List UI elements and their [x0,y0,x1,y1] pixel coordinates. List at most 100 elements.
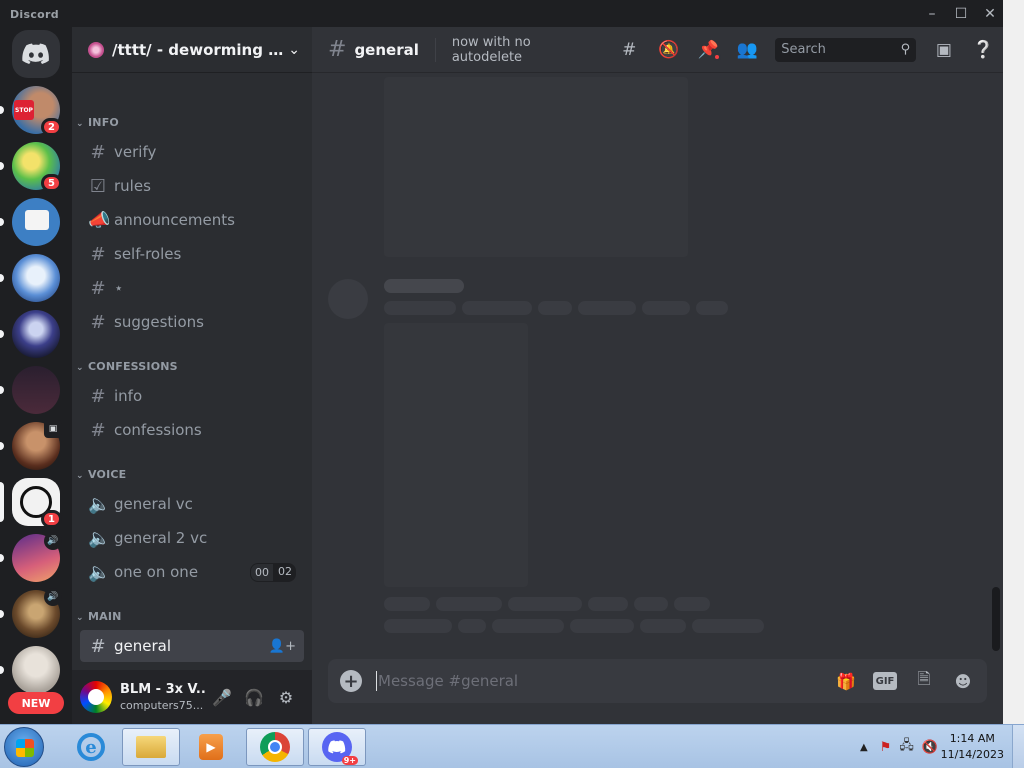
server-icon[interactable]: 1 [0,478,62,528]
server-icon[interactable]: 🔊 [0,588,62,638]
network-icon[interactable]: 🖧 [899,736,914,758]
threads-icon[interactable]: # [617,38,640,62]
channel-label: self-roles [114,245,182,263]
channel-general[interactable]: # general 👤+ [80,630,304,662]
user-status: computers75... [120,699,204,712]
discord-logo-icon [22,43,49,64]
start-button[interactable] [4,727,44,767]
home-button[interactable] [12,30,60,78]
server-icon[interactable]: ▣ [0,420,62,470]
channel-star[interactable]: # ⋆ [80,272,304,304]
channel-label: rules [114,177,151,195]
unread-indicator [0,274,4,282]
voice-channel-general-2-vc[interactable]: 🔈 general 2 vc [80,522,304,554]
server-icon[interactable]: STOP 2 [0,86,62,136]
voice-channel-one-on-one[interactable]: 🔈 one on one 00 02 [80,556,304,588]
channel-announcements[interactable]: 📣 announcements [80,204,304,236]
chevron-down-icon: ⌄ [76,471,84,481]
server-name: /tttt/ - deworming cli... [112,40,288,59]
loading-placeholder [642,301,690,315]
unread-indicator [0,218,4,226]
help-icon[interactable]: ❔ [972,38,995,62]
search-input[interactable]: Search ⚲ [775,37,917,62]
internet-explorer-icon[interactable]: e [62,728,120,766]
selected-indicator [0,482,4,522]
message-composer[interactable]: + Message #general 🎁 GIF 🗎 ☻ [328,659,987,703]
unread-indicator [0,386,4,394]
channel-label: info [114,387,143,405]
server-rail: STOP 2 5 ▣ 1 🔊 🔊 NEW [0,27,72,724]
loading-placeholder [384,279,464,293]
attach-plus-icon[interactable]: + [340,670,362,692]
loading-placeholder [578,301,636,315]
new-unreads-pill[interactable]: NEW [8,692,64,714]
hashtag-icon: # [90,243,106,265]
unread-indicator [0,162,4,170]
sticker-icon[interactable]: 🗎 [912,669,936,693]
mention-badge: 2 [41,118,62,136]
message-input[interactable]: Message #general [378,672,518,690]
server-icon[interactable] [0,310,60,358]
clock-date: 11/14/2023 [940,748,1004,761]
maximize-button[interactable]: ☐ [948,3,974,25]
bell-muted-icon[interactable]: 🔕 [657,38,680,62]
category-confessions[interactable]: ⌄ CONFESSIONS [76,360,178,373]
search-icon: ⚲ [900,42,911,57]
microphone-icon[interactable]: 🎤 [206,681,238,713]
discord-taskbar-icon[interactable]: 9+ [308,728,366,766]
divider [434,37,436,62]
chrome-center [268,740,282,754]
channel-confessions[interactable]: # confessions [80,414,304,446]
channel-self-roles[interactable]: # self-roles [80,238,304,270]
discord-window: Discord – ☐ ✕ STOP 2 5 ▣ 1 🔊 🔊 NEW /tttt… [0,0,1003,724]
gif-button[interactable]: GIF [873,672,897,690]
show-desktop-button[interactable] [1012,725,1024,768]
channel-suggestions[interactable]: # suggestions [80,306,304,338]
user-info[interactable]: BLM - 3x V... computers75... [120,682,206,712]
invite-icon[interactable]: 👤+ [269,639,296,654]
volume-muted-icon[interactable]: 🔇 [922,740,938,755]
members-icon[interactable]: 👥 [736,38,759,62]
server-icon[interactable] [0,254,60,302]
category-voice[interactable]: ⌄ VOICE [76,468,126,481]
category-info[interactable]: ⌄ INFO [76,116,119,129]
category-label: MAIN [88,610,122,623]
chrome-icon[interactable] [246,728,304,766]
server-icon[interactable]: 🔊 [0,532,62,582]
headphones-icon[interactable]: 🎧 [238,681,270,713]
pin-icon[interactable]: 📌 [696,38,721,62]
category-main[interactable]: ⌄ MAIN [76,610,122,623]
server-icon[interactable] [0,366,60,414]
channel-header: # general now with no autodelete # 🔕 📌 👥… [312,27,1003,73]
unread-indicator [0,666,4,674]
chevron-down-icon: ⌄ [76,363,84,373]
channel-topic[interactable]: now with no autodelete [452,35,602,65]
server-icon[interactable] [0,198,60,246]
loading-placeholder [384,323,528,587]
minimize-button[interactable]: – [919,3,945,25]
emoji-icon[interactable]: ☻ [951,669,975,693]
media-player-icon[interactable]: ▶ [182,728,240,766]
voice-channel-general-vc[interactable]: 🔈 general vc [80,488,304,520]
loading-placeholder [492,619,564,633]
tray-expand-icon[interactable]: ▲ [860,742,868,753]
gear-icon[interactable]: ⚙ [270,681,302,713]
inbox-icon[interactable]: ▣ [932,38,955,62]
channel-verify[interactable]: # verify [80,136,304,168]
gift-icon[interactable]: 🎁 [834,669,858,693]
server-icon[interactable] [0,646,60,694]
text-caret [376,671,377,691]
file-explorer-icon[interactable] [122,728,180,766]
close-button[interactable]: ✕ [977,3,1003,25]
channel-label: suggestions [114,313,204,331]
server-icon[interactable]: 5 [0,142,62,192]
server-header[interactable]: /tttt/ - deworming cli... ⌄ [72,27,312,73]
category-label: INFO [88,116,119,129]
channel-rules[interactable]: ☑ rules [80,170,304,202]
avatar[interactable] [80,681,112,713]
loading-placeholder [538,301,572,315]
clock[interactable]: 1:14 AM 11/14/2023 [941,731,1004,763]
action-center-icon[interactable]: ⚑ [880,740,892,755]
scrollbar[interactable] [992,587,1000,651]
channel-info[interactable]: # info [80,380,304,412]
